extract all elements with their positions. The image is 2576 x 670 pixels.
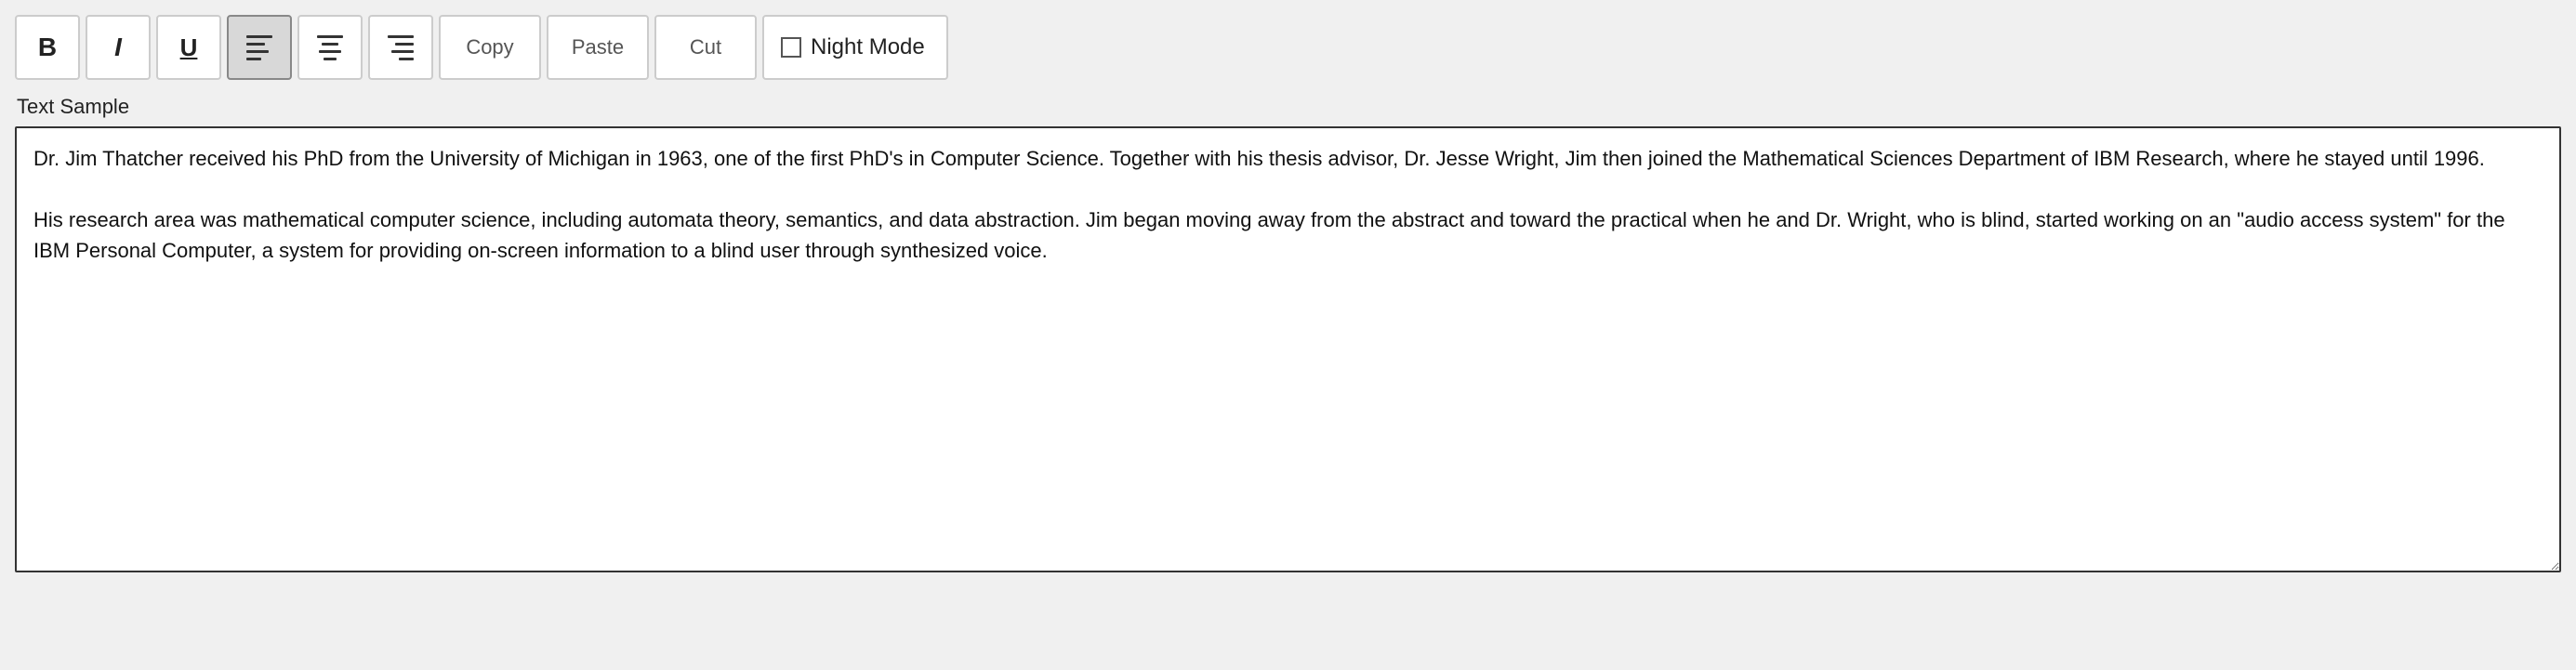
text-editor[interactable]	[15, 126, 2561, 572]
underline-button[interactable]: U	[156, 15, 221, 80]
editor-label: Text Sample	[15, 95, 2561, 119]
bold-button[interactable]: B	[15, 15, 80, 80]
night-mode-toggle[interactable]: Night Mode	[762, 15, 948, 80]
app-container: B I U	[0, 0, 2576, 670]
night-mode-checkbox	[781, 37, 801, 58]
editor-section: Text Sample	[11, 95, 2565, 577]
align-left-icon	[246, 35, 272, 60]
italic-button[interactable]: I	[86, 15, 151, 80]
copy-button[interactable]: Copy	[439, 15, 541, 80]
align-center-icon	[317, 35, 343, 60]
align-center-button[interactable]	[297, 15, 363, 80]
align-right-icon	[388, 35, 414, 60]
toolbar: B I U	[11, 7, 2565, 87]
align-right-button[interactable]	[368, 15, 433, 80]
paste-button[interactable]: Paste	[547, 15, 649, 80]
night-mode-label: Night Mode	[811, 34, 925, 60]
cut-button[interactable]: Cut	[654, 15, 757, 80]
align-left-button[interactable]	[227, 15, 292, 80]
